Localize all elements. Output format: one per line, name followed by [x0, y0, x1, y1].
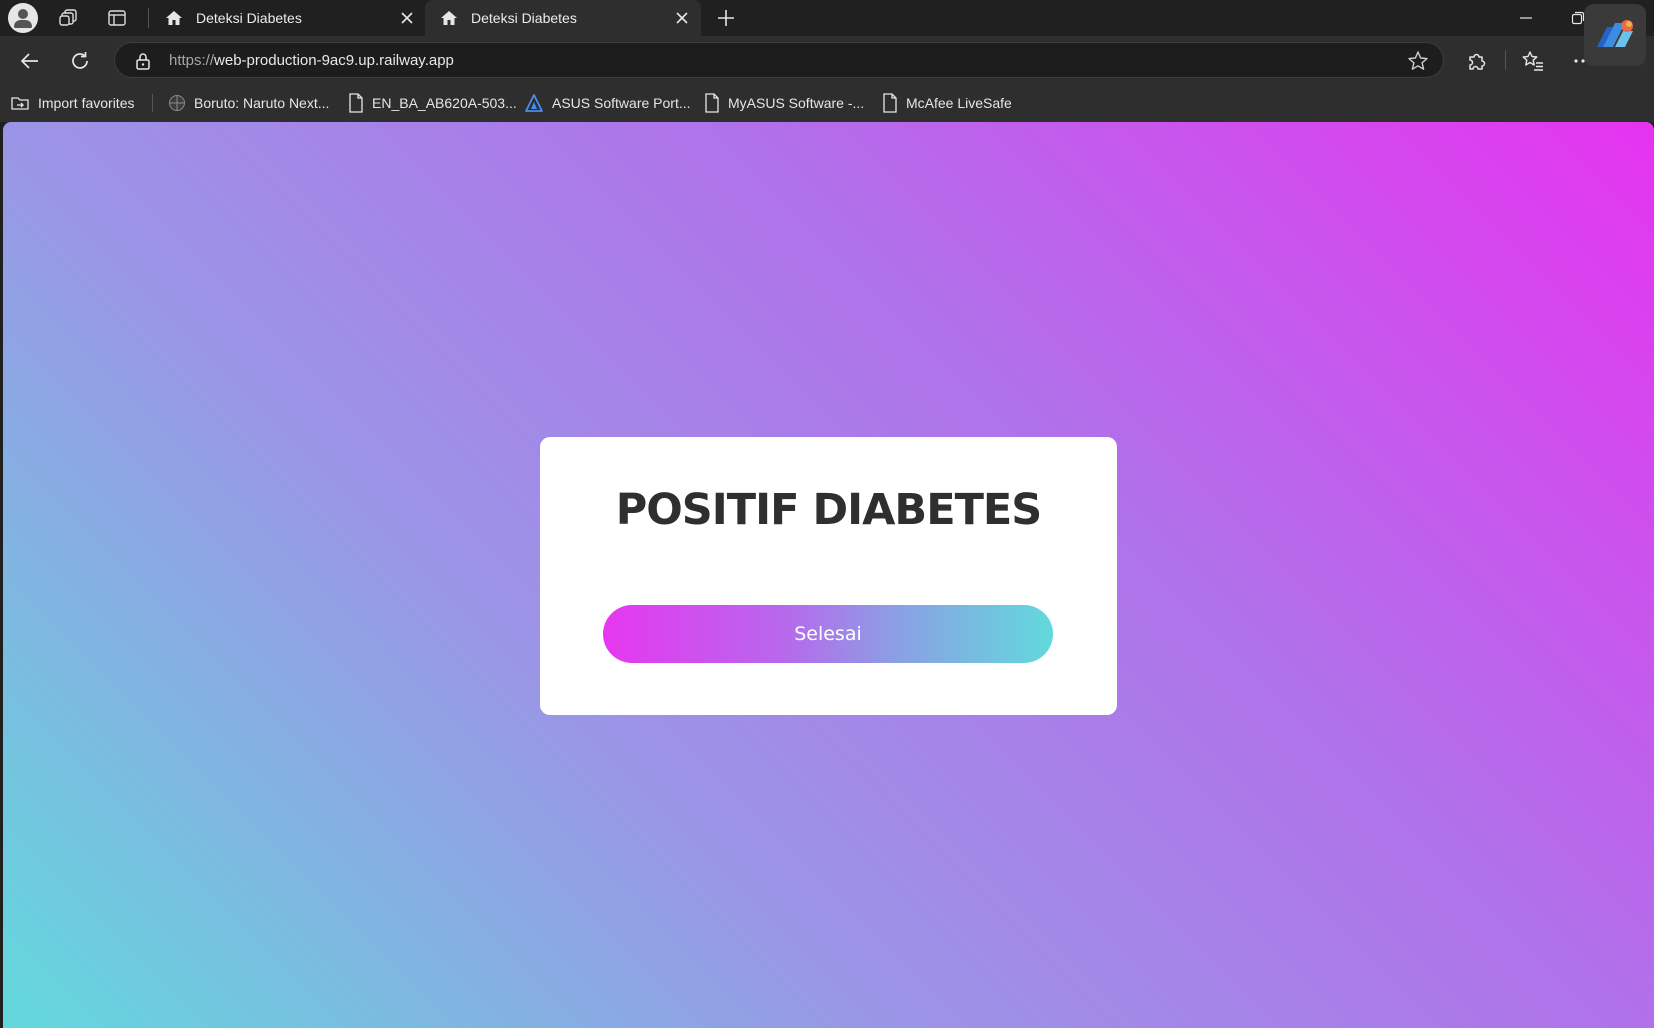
- favorite-label: ASUS Software Port...: [552, 95, 691, 111]
- favorite-import[interactable]: Import favorites: [10, 92, 134, 114]
- tab-deteksi-diabetes-2[interactable]: Deteksi Diabetes: [425, 0, 701, 36]
- address-bar[interactable]: https://web-production-9ac9.up.railway.a…: [114, 42, 1444, 78]
- minimize-button[interactable]: [1500, 0, 1552, 36]
- asus-icon: [525, 94, 543, 112]
- close-tab-icon[interactable]: [398, 9, 416, 27]
- url-text[interactable]: https://web-production-9ac9.up.railway.a…: [169, 52, 454, 69]
- import-icon: [11, 97, 29, 110]
- favorite-boruto[interactable]: Boruto: Naruto Next...: [168, 92, 329, 114]
- tab-title: Deteksi Diabetes: [471, 10, 577, 26]
- page-icon: [349, 93, 363, 113]
- favorites-list-icon: [1522, 51, 1543, 71]
- globe-icon: [169, 95, 185, 111]
- tab-deteksi-diabetes-1[interactable]: Deteksi Diabetes: [150, 0, 426, 36]
- home-icon: [441, 11, 457, 25]
- toolbar-divider: [1505, 50, 1506, 70]
- favorite-label: Boruto: Naruto Next...: [194, 95, 330, 111]
- home-icon: [166, 11, 182, 25]
- puzzle-icon: [1469, 53, 1486, 70]
- favorite-asus-portal[interactable]: ASUS Software Port...: [524, 92, 691, 114]
- back-button[interactable]: [15, 46, 45, 76]
- result-title: POSITIF DIABETES: [615, 485, 1043, 535]
- new-tab-button[interactable]: [712, 4, 740, 32]
- restore-icon: [1571, 11, 1585, 25]
- result-card: POSITIF DIABETES Selesai: [540, 437, 1117, 715]
- tab-title: Deteksi Diabetes: [196, 10, 302, 26]
- finish-button[interactable]: Selesai: [603, 605, 1053, 663]
- close-tab-icon[interactable]: [673, 9, 691, 27]
- favorite-label: Import favorites: [38, 95, 135, 111]
- plus-icon: [718, 10, 734, 26]
- extensions-button[interactable]: [1462, 46, 1492, 76]
- browser-toolbar: https://web-production-9ac9.up.railway.a…: [0, 36, 1654, 84]
- page-icon: [705, 93, 719, 113]
- favorite-myasus[interactable]: MyASUS Software -...: [704, 92, 864, 114]
- favorites-button[interactable]: [1518, 46, 1548, 76]
- tab-divider: [148, 8, 149, 28]
- refresh-icon: [72, 52, 88, 69]
- workspaces-icon[interactable]: [55, 4, 83, 32]
- favorite-label: EN_BA_AB620A-503...: [372, 95, 517, 111]
- favorite-en-ba[interactable]: EN_BA_AB620A-503...: [348, 92, 517, 114]
- favorites-divider: [152, 94, 153, 112]
- profile-avatar[interactable]: [8, 3, 38, 33]
- refresh-button[interactable]: [65, 46, 95, 76]
- minimize-icon: [1520, 17, 1532, 19]
- favorites-bar: Import favorites Boruto: Naruto Next... …: [0, 84, 1654, 122]
- tab-strip: Deteksi Diabetes Deteksi Diabetes: [0, 0, 1654, 36]
- copilot-button[interactable]: [1584, 4, 1646, 66]
- favorite-label: MyASUS Software -...: [728, 95, 865, 111]
- add-favorite-star-icon[interactable]: [1407, 50, 1429, 72]
- vertical-tabs-icon[interactable]: [103, 4, 131, 32]
- lock-icon[interactable]: [133, 51, 153, 71]
- page-icon: [883, 93, 897, 113]
- favorite-mcafee[interactable]: McAfee LiveSafe: [882, 92, 1012, 114]
- back-arrow-icon: [20, 53, 38, 69]
- page-viewport: POSITIF DIABETES Selesai: [3, 122, 1654, 1028]
- copilot-icon: [1597, 20, 1633, 47]
- favorite-label: McAfee LiveSafe: [906, 95, 1012, 111]
